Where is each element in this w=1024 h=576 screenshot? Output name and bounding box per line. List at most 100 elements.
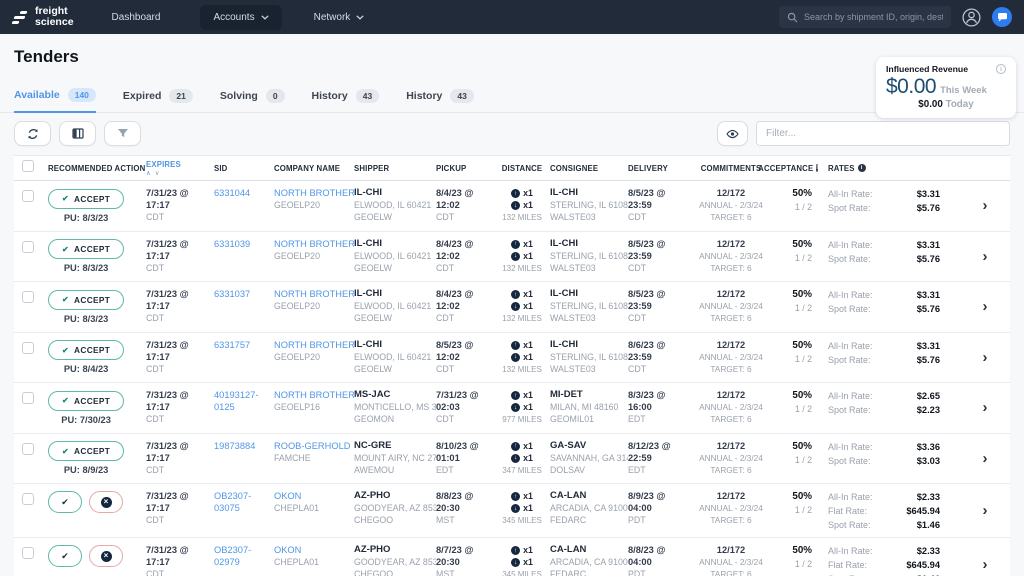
table-row[interactable]: ✔ ACCEPT PU: 7/30/23 ✔ × 7/31/23 @ 17:17… [14,383,1010,434]
col-company-name[interactable]: COMPANY NAME [274,164,354,173]
consignee-lane: GA-SAV [550,440,628,452]
chevron-right-icon[interactable]: › [983,503,988,518]
company-link[interactable]: OKON [274,544,354,556]
company-link[interactable]: NORTH BROTHERS MA [274,187,354,199]
row-checkbox[interactable] [22,493,34,505]
sort-asc-icon[interactable]: ∧ [146,171,151,177]
chevron-right-icon[interactable]: › [983,557,988,572]
select-all-checkbox[interactable] [22,160,34,172]
sid-link[interactable]: OB2307-03075 [214,490,274,514]
sid-link[interactable]: 40193127-0125 [214,389,274,413]
table-row[interactable]: ✔ ACCEPT PU: 8/3/23 ✔ × 7/31/23 @ 17:17 … [14,181,1010,232]
sid-link[interactable]: 6331037 [214,288,274,300]
rate-line: Flat Rate:$645.94 [828,504,940,518]
accept-button[interactable]: ✔ ACCEPT [48,290,124,310]
company-cell: NORTH BROTHERS MA GEOELP20 [274,232,354,267]
visibility-button[interactable] [717,121,748,146]
col-rates[interactable]: RATES i [826,164,960,173]
col-delivery[interactable]: DELIVERY [628,164,696,173]
info-icon[interactable]: i [858,164,866,172]
columns-button[interactable] [59,121,96,146]
table-row[interactable]: ✔ ACCEPT ✔ × 7/31/23 @ 17:17 CDT OB2307-… [14,538,1010,576]
tab-history[interactable]: History 43 [312,88,380,112]
chevron-right-icon[interactable]: › [983,299,988,314]
company-link[interactable]: NORTH BROTHERS MA [274,339,354,351]
delivery-timezone: PDT [628,514,696,526]
col-shipper[interactable]: SHIPPER [354,164,436,173]
table-row[interactable]: ✔ ACCEPT ✔ × 7/31/23 @ 17:17 CDT OB2307-… [14,484,1010,538]
accept-button[interactable]: ✔ ACCEPT [48,391,124,411]
sid-link[interactable]: 6331044 [214,187,274,199]
commitment-type: ANNUAL - 2/3/24 [696,250,766,262]
sid-link[interactable]: OB2307-02979 [214,544,274,568]
chevron-right-icon[interactable]: › [983,451,988,466]
col-consignee[interactable]: CONSIGNEE [550,164,628,173]
company-link[interactable]: ROOB-GERHOLD [274,440,354,452]
chevron-right-icon[interactable]: › [983,350,988,365]
expires-cell: 7/31/23 @ 17:17 CDT [146,333,214,380]
company-link[interactable]: OKON [274,490,354,502]
tab-available[interactable]: Available 140 [14,88,96,113]
tab-expired[interactable]: Expired 21 [123,88,193,112]
nav-dashboard[interactable]: Dashboard [112,12,161,23]
nav-network[interactable]: Network [314,12,365,23]
pickup-time: 12:02 [436,300,494,312]
tab-label: History [312,90,348,102]
col-acceptance[interactable]: ACCEPTANCE i [766,164,826,173]
row-checkbox[interactable] [22,241,34,253]
user-avatar-icon[interactable] [962,8,981,27]
sid-link[interactable]: 6331039 [214,238,274,250]
accept-check-button[interactable]: ✔ [48,545,82,567]
info-icon[interactable]: i [816,164,818,172]
col-recommended-action[interactable]: RECOMMENDED ACTION [40,164,146,173]
tab-history-2[interactable]: History 43 [406,88,474,112]
row-checkbox[interactable] [22,443,34,455]
pickup-time: 02:03 [436,401,494,413]
nav-accounts[interactable]: Accounts [200,5,281,30]
col-pickup[interactable]: PICKUP [436,164,494,173]
accept-button[interactable]: ✔ ACCEPT [48,189,124,209]
global-search-input[interactable] [779,6,951,28]
company-link[interactable]: NORTH BROTHERS MA [274,288,354,300]
sid-link[interactable]: 19873884 [214,440,274,452]
row-checkbox[interactable] [22,291,34,303]
row-checkbox[interactable] [22,392,34,404]
table-row[interactable]: ✔ ACCEPT PU: 8/3/23 ✔ × 7/31/23 @ 17:17 … [14,282,1010,333]
reject-button[interactable]: × [89,491,123,513]
sid-link[interactable]: 6331757 [214,339,274,351]
accept-button[interactable]: ✔ ACCEPT [48,340,124,360]
accept-button-label: ACCEPT [74,396,110,406]
accept-button[interactable]: ✔ ACCEPT [48,441,124,461]
sort-desc-icon[interactable]: ∨ [155,171,160,177]
accept-button[interactable]: ✔ ACCEPT [48,239,124,259]
tab-solving[interactable]: Solving 0 [220,88,285,112]
col-expires[interactable]: EXPIRES ∧ ∨ [146,160,214,177]
chevron-right-icon[interactable]: › [983,198,988,213]
col-commitments[interactable]: COMMITMENTS [696,164,766,173]
chevron-right-icon[interactable]: › [983,400,988,415]
chat-button[interactable] [992,7,1012,27]
reject-button[interactable]: × [89,545,123,567]
pickup-count: x1 [523,340,533,351]
table-row[interactable]: ✔ ACCEPT PU: 8/3/23 ✔ × 7/31/23 @ 17:17 … [14,232,1010,283]
company-link[interactable]: NORTH BROTHERS MA [274,238,354,250]
chevron-right-icon[interactable]: › [983,249,988,264]
table-row[interactable]: ✔ ACCEPT PU: 8/4/23 ✔ × 7/31/23 @ 17:17 … [14,333,1010,384]
row-checkbox[interactable] [22,190,34,202]
row-checkbox[interactable] [22,342,34,354]
col-distance[interactable]: DISTANCE [494,164,550,173]
expires-date: 7/31/23 @ [146,440,214,452]
brand-logo[interactable]: freight science [12,6,74,29]
info-icon[interactable]: i [996,64,1006,74]
refresh-button[interactable] [14,121,51,146]
row-checkbox[interactable] [22,547,34,559]
company-link[interactable]: NORTH BROTHERS MA [274,389,354,401]
accept-check-button[interactable]: ✔ [48,491,82,513]
consignee-city: ARCADIA, CA 91006 [550,502,628,514]
table-row[interactable]: ✔ ACCEPT PU: 8/9/23 ✔ × 7/31/23 @ 17:17 … [14,434,1010,485]
miles-label: 132 MILES [494,263,550,275]
filter-input[interactable] [756,121,1010,146]
accept-button-label: ACCEPT [74,295,110,305]
filter-button[interactable] [104,121,141,146]
col-sid[interactable]: SID [214,164,274,173]
